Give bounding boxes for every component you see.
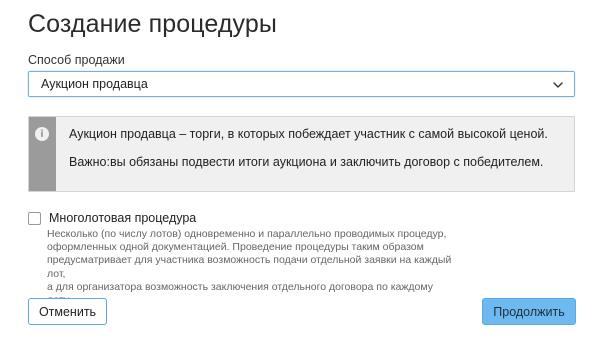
- sale-method-select[interactable]: Аукцион продавца: [28, 71, 575, 97]
- help-line: оформленных одной документацией. Проведе…: [47, 241, 424, 254]
- sale-method-label: Способ продажи: [28, 53, 125, 67]
- continue-button[interactable]: Продолжить: [482, 298, 576, 325]
- info-stripe: i: [29, 117, 56, 191]
- help-line: предусматривает для участника возможност…: [47, 254, 452, 280]
- multilot-label[interactable]: Многолотовая процедура: [49, 211, 196, 225]
- multilot-row[interactable]: Многолотовая процедура: [28, 211, 196, 225]
- chevron-down-icon[interactable]: [552, 79, 564, 91]
- help-line: Несколько (по числу лотов) одновременно …: [47, 228, 447, 240]
- sale-method-value: Аукцион продавца: [41, 77, 148, 91]
- multilot-checkbox[interactable]: [28, 211, 41, 225]
- help-line: а для организатора возможность заключени…: [47, 280, 433, 306]
- info-icon: i: [35, 127, 49, 141]
- cancel-button[interactable]: Отменить: [28, 298, 107, 325]
- multilot-help-text: Несколько (по числу лотов) одновременно …: [47, 228, 457, 307]
- info-panel: i Аукцион продавца – торги, в которых по…: [28, 116, 575, 192]
- info-description: Аукцион продавца – торги, в которых побе…: [69, 127, 548, 141]
- info-text: Аукцион продавца – торги, в которых побе…: [56, 117, 548, 191]
- page-title: Создание процедуры: [28, 10, 277, 38]
- info-important: Важно:вы обязаны подвести итоги аукциона…: [69, 155, 544, 169]
